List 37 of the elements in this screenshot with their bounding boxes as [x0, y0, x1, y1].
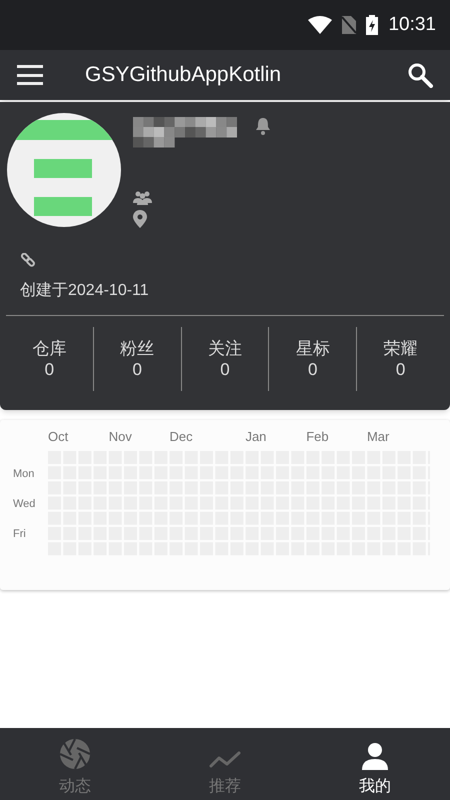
stat-label: 粉丝 [120, 338, 154, 360]
month-label: Mar [366, 428, 390, 446]
stat-label: 仓库 [32, 338, 66, 360]
search-button[interactable] [407, 62, 433, 88]
stat-label: 星标 [296, 338, 330, 360]
weekday-label: Wed [12, 496, 36, 512]
wifi-icon [308, 16, 332, 34]
stat-label: 荣耀 [384, 338, 418, 360]
person-icon [362, 742, 388, 770]
trend-line-icon [209, 750, 241, 770]
stat-value: 0 [132, 360, 142, 380]
weekday-label: Fri [12, 527, 27, 542]
location-pin-icon [133, 210, 147, 228]
menu-button[interactable] [17, 65, 43, 85]
app-title: GSYGithubAppKotlin [85, 62, 282, 88]
battery-charging-icon [366, 15, 378, 35]
nav-tab[interactable]: 动态 [0, 728, 150, 800]
nav-tab[interactable]: 推荐 [150, 728, 300, 800]
people-icon [133, 190, 152, 205]
aperture-icon [59, 738, 91, 770]
stat-value: 0 [308, 360, 318, 380]
bell-icon[interactable] [255, 117, 271, 135]
stat-value: 0 [396, 360, 406, 380]
stat-value: 0 [44, 360, 54, 380]
weekday-label: Mon [12, 466, 36, 482]
month-label: Dec [170, 428, 194, 446]
month-label: Feb [306, 428, 330, 446]
created-date: 创建于2024-10-11 [20, 280, 150, 301]
month-label: Nov [108, 428, 133, 446]
nav-tab[interactable]: 我的 [300, 728, 450, 800]
stat-value: 0 [220, 360, 230, 380]
status-time: 10:31 [388, 12, 436, 37]
month-label: Oct [48, 428, 70, 446]
stat-label: 关注 [208, 338, 242, 360]
month-label: Jan [245, 428, 268, 446]
no-sim-icon [342, 16, 356, 34]
link-icon [21, 253, 35, 267]
